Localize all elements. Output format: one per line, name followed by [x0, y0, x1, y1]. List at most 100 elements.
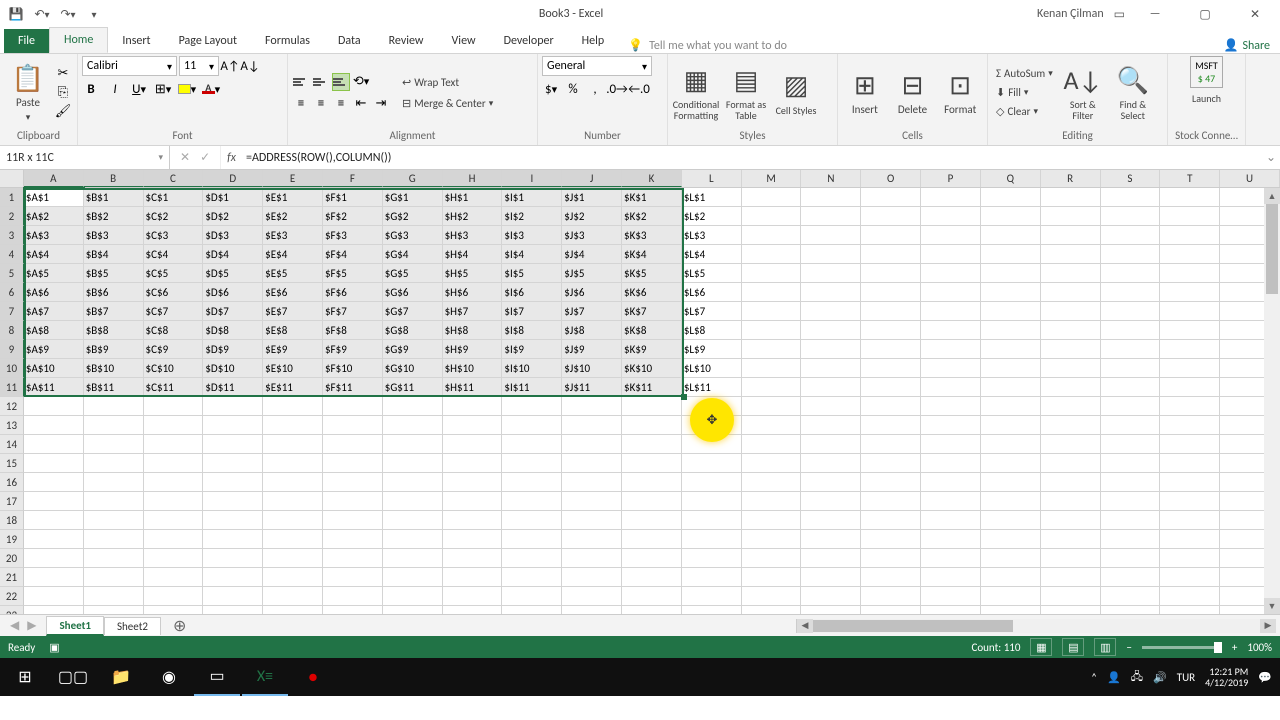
cell[interactable]: $H$7	[443, 302, 503, 321]
cell[interactable]	[801, 416, 861, 435]
cell[interactable]	[1041, 530, 1101, 549]
cell[interactable]	[84, 435, 144, 454]
cell[interactable]	[981, 340, 1041, 359]
cell[interactable]	[144, 549, 204, 568]
share-button[interactable]: 👤 Share	[1223, 38, 1270, 53]
cell[interactable]	[84, 473, 144, 492]
cell[interactable]	[562, 606, 622, 614]
cell[interactable]	[801, 530, 861, 549]
cell[interactable]	[921, 511, 981, 530]
cell[interactable]	[622, 511, 682, 530]
cell[interactable]	[921, 283, 981, 302]
cell[interactable]	[383, 416, 443, 435]
cell[interactable]: $I$6	[502, 283, 562, 302]
cell[interactable]: $J$1	[562, 188, 622, 207]
cell[interactable]	[861, 321, 921, 340]
cell[interactable]	[1101, 435, 1161, 454]
cell[interactable]: $F$2	[323, 207, 383, 226]
cell[interactable]	[1160, 340, 1220, 359]
cell[interactable]: $A$11	[24, 378, 84, 397]
user-icon[interactable]: ▭	[1114, 7, 1125, 22]
row-header[interactable]: 19	[0, 530, 24, 549]
cell[interactable]: $D$8	[203, 321, 263, 340]
cell[interactable]	[562, 549, 622, 568]
cell[interactable]	[1101, 207, 1161, 226]
cell[interactable]: $K$5	[622, 264, 682, 283]
cancel-formula-icon[interactable]: ✕	[180, 150, 190, 165]
cell[interactable]: $I$9	[502, 340, 562, 359]
cell[interactable]: $J$7	[562, 302, 622, 321]
add-sheet-button[interactable]: ⊕	[161, 614, 198, 638]
app-icon[interactable]: ▭	[194, 658, 240, 696]
cell[interactable]	[682, 511, 742, 530]
cell[interactable]: $A$2	[24, 207, 84, 226]
wrap-text-button[interactable]: ↩Wrap Text	[398, 74, 497, 91]
cell[interactable]: $L$4	[682, 245, 742, 264]
cell[interactable]: $K$7	[622, 302, 682, 321]
cell[interactable]: $K$1	[622, 188, 682, 207]
cell[interactable]: $F$5	[323, 264, 383, 283]
cell[interactable]	[742, 340, 802, 359]
cell[interactable]	[742, 359, 802, 378]
cell[interactable]: $L$2	[682, 207, 742, 226]
cell[interactable]	[1160, 416, 1220, 435]
formula-input[interactable]: =ADDRESS(ROW(),COLUMN())	[242, 146, 1262, 169]
format-cells-button[interactable]: ⊡Format	[937, 65, 983, 120]
cell[interactable]	[801, 340, 861, 359]
cell[interactable]	[742, 416, 802, 435]
cell[interactable]: $I$1	[502, 188, 562, 207]
cell[interactable]	[263, 511, 323, 530]
cell[interactable]	[84, 397, 144, 416]
col-header-P[interactable]: P	[921, 170, 981, 187]
cell[interactable]	[24, 473, 84, 492]
cell[interactable]	[801, 359, 861, 378]
cell[interactable]	[861, 340, 921, 359]
cell[interactable]	[861, 226, 921, 245]
cell[interactable]	[502, 435, 562, 454]
cell[interactable]: $K$6	[622, 283, 682, 302]
cell[interactable]	[981, 511, 1041, 530]
cell[interactable]: $L$1	[682, 188, 742, 207]
cell[interactable]: $E$4	[263, 245, 323, 264]
cell[interactable]	[861, 492, 921, 511]
cell[interactable]	[682, 473, 742, 492]
cell[interactable]: $C$7	[144, 302, 204, 321]
cell[interactable]	[263, 473, 323, 492]
vertical-scroll-thumb[interactable]	[1266, 204, 1278, 294]
cell[interactable]	[921, 416, 981, 435]
cell[interactable]: $D$3	[203, 226, 263, 245]
col-header-E[interactable]: E	[263, 170, 323, 187]
cell[interactable]	[1160, 226, 1220, 245]
insert-cells-button[interactable]: ⊞Insert	[842, 65, 888, 120]
cell[interactable]	[1101, 226, 1161, 245]
cell[interactable]	[861, 207, 921, 226]
cell[interactable]	[1041, 435, 1101, 454]
cell[interactable]: $F$9	[323, 340, 383, 359]
cell[interactable]	[981, 530, 1041, 549]
col-header-R[interactable]: R	[1041, 170, 1101, 187]
cell[interactable]	[981, 283, 1041, 302]
cell[interactable]: $F$7	[323, 302, 383, 321]
cell[interactable]	[981, 473, 1041, 492]
cell[interactable]	[263, 606, 323, 614]
cell[interactable]	[1101, 606, 1161, 614]
cell[interactable]	[622, 530, 682, 549]
col-header-G[interactable]: G	[383, 170, 443, 187]
align-bottom-icon[interactable]	[332, 73, 350, 91]
cell[interactable]	[203, 606, 263, 614]
start-button[interactable]: ⊞	[2, 658, 48, 696]
cell[interactable]	[921, 378, 981, 397]
cell[interactable]	[801, 587, 861, 606]
cell[interactable]: $C$9	[144, 340, 204, 359]
cell[interactable]: $E$7	[263, 302, 323, 321]
row-header[interactable]: 16	[0, 473, 24, 492]
zoom-out-icon[interactable]: −	[1126, 641, 1131, 654]
cell[interactable]: $E$5	[263, 264, 323, 283]
cell[interactable]: $I$10	[502, 359, 562, 378]
cell[interactable]: $F$3	[323, 226, 383, 245]
cell[interactable]	[981, 264, 1041, 283]
cell[interactable]	[981, 435, 1041, 454]
cell[interactable]: $C$1	[144, 188, 204, 207]
tab-data[interactable]: Data	[324, 29, 375, 53]
cell[interactable]	[203, 416, 263, 435]
